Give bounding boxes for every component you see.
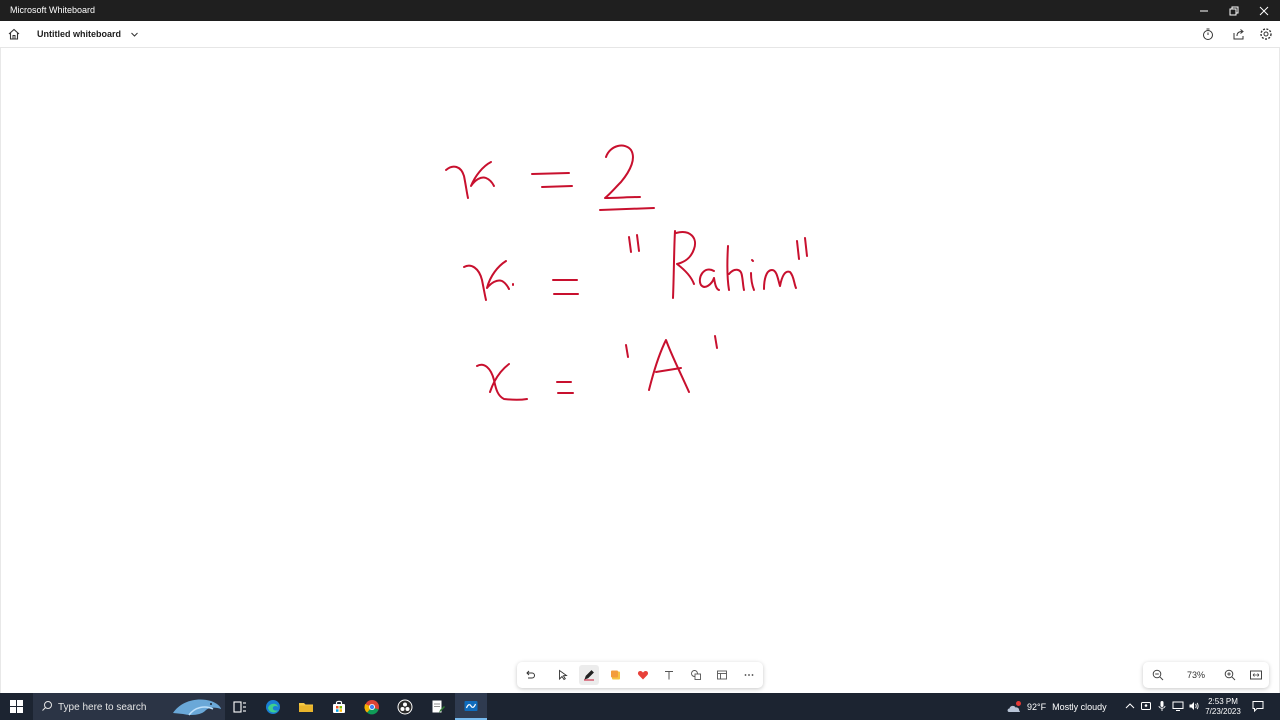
pen-icon [584,670,594,681]
ink-line-x-equals-rahim [463,230,808,301]
templates-button[interactable] [712,665,732,685]
shapes-button[interactable] [686,665,706,685]
board-title[interactable]: Untitled whiteboard [37,29,121,39]
start-button[interactable] [0,693,33,720]
chevron-down-icon[interactable] [130,30,139,39]
template-icon [717,670,727,680]
close-button[interactable] [1248,0,1280,21]
search-icon [42,701,52,711]
windows-logo-icon [10,700,23,713]
search-highlight-dolphin-icon [173,699,221,716]
clock-time: 2:53 PM [1208,697,1238,706]
home-icon[interactable] [7,27,21,41]
zoom-in-icon[interactable] [1223,668,1237,682]
restore-icon [1229,6,1239,15]
weather-condition: Mostly cloudy [1052,701,1107,712]
task-view-icon [233,700,246,713]
select-tool-button[interactable] [553,665,573,685]
taskbar-notepad-button[interactable] [422,693,454,720]
meet-now-icon[interactable] [1140,700,1152,712]
app-header: Untitled whiteboard [0,21,1280,48]
reactions-button[interactable] [633,665,653,685]
shapes-icon [691,670,701,680]
close-icon [1259,6,1269,15]
minimize-icon [1200,10,1208,11]
taskbar-obs-button[interactable] [389,693,421,720]
settings-gear-icon[interactable] [1259,27,1273,41]
network-icon[interactable] [1172,700,1184,712]
taskbar-store-button[interactable] [323,693,355,720]
taskbar-search-box[interactable]: Type here to search [33,693,225,720]
pen-tool-button[interactable] [579,665,599,685]
sticky-note-icon [611,670,620,680]
share-icon[interactable] [1232,27,1246,41]
taskbar-whiteboard-button[interactable] [455,693,487,720]
document-pen-icon [432,700,445,713]
system-clock[interactable]: 2:53 PM 7/23/2023 [1200,697,1246,717]
notifications-icon[interactable] [1251,699,1265,713]
undo-icon [526,670,535,679]
drawing-toolbar [517,662,763,688]
edge-browser-icon [266,699,280,714]
cloudy-weather-icon [1007,700,1021,712]
weather-temperature: 92°F [1027,701,1047,712]
window-titlebar: Microsoft Whiteboard [0,0,1280,21]
recording-app-icon [397,699,413,714]
ink-line-x-equals-a [476,335,718,401]
zoom-out-icon[interactable] [1151,668,1165,682]
microphone-icon[interactable] [1156,700,1168,712]
more-tools-button[interactable] [739,665,759,685]
taskbar-edge-button[interactable] [257,693,289,720]
whiteboard-canvas[interactable] [0,48,1280,693]
sticky-note-button[interactable] [606,665,626,685]
window-title: Microsoft Whiteboard [10,5,96,15]
more-icon [744,674,754,676]
whiteboard-app-icon [464,700,478,711]
weather-widget[interactable]: 92°F Mostly cloudy [1006,693,1107,720]
windows-taskbar: Type here to search 92°F Mostly cloudy 2… [0,693,1280,720]
chrome-browser-icon [364,699,379,714]
ink-layer [445,144,808,401]
timer-icon[interactable] [1201,27,1215,41]
pointer-arrow-icon [559,669,568,681]
taskbar-chrome-button[interactable] [356,693,388,720]
taskbar-file-explorer-button[interactable] [290,693,322,720]
minimize-button[interactable] [1188,0,1220,21]
restore-button[interactable] [1218,0,1250,21]
zoom-controls: 73% [1143,662,1269,688]
text-icon [665,671,673,680]
search-placeholder: Type here to search [58,702,147,713]
task-view-button[interactable] [224,693,256,720]
folder-icon [299,702,313,712]
heart-icon [637,671,649,680]
clock-date: 7/23/2023 [1205,707,1241,716]
store-bag-icon [333,700,345,713]
undo-button[interactable] [520,665,540,685]
chevron-up-icon[interactable] [1124,700,1136,712]
fit-to-screen-icon[interactable] [1249,668,1263,682]
ink-line-x-equals-2 [445,144,655,211]
volume-icon[interactable] [1188,700,1200,712]
zoom-level[interactable]: 73% [1183,670,1209,680]
text-tool-button[interactable] [659,665,679,685]
